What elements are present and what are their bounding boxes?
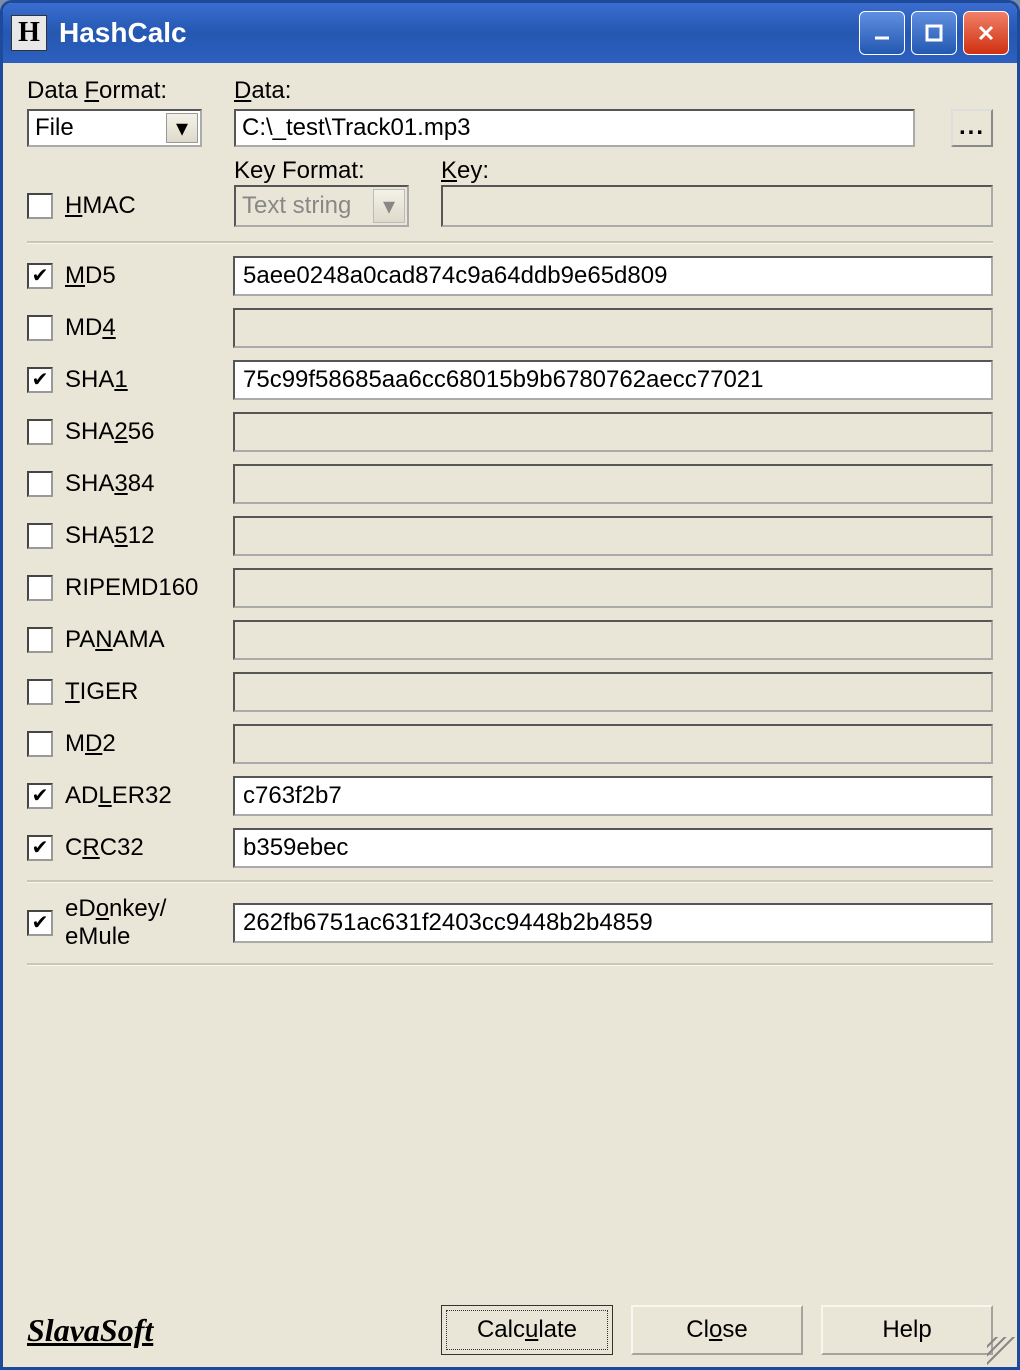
window-title: HashCalc xyxy=(59,17,859,49)
divider xyxy=(27,880,993,883)
sha256-output xyxy=(233,412,993,452)
divider xyxy=(27,241,993,244)
hmac-label: HMAC xyxy=(65,192,136,220)
resize-grip[interactable] xyxy=(987,1337,1015,1365)
crc32-output[interactable]: b359ebec xyxy=(233,828,993,868)
browse-button[interactable]: ... xyxy=(951,109,993,147)
sha256-checkbox[interactable] xyxy=(27,419,53,445)
ripemd160-label: RIPEMD160 xyxy=(65,574,198,602)
md5-label: MD5 xyxy=(65,262,116,290)
maximize-icon xyxy=(923,22,945,44)
key-label: Key: xyxy=(441,157,993,185)
sha512-output xyxy=(233,516,993,556)
md4-checkbox[interactable] xyxy=(27,315,53,341)
panama-label: PANAMA xyxy=(65,626,165,654)
adler32-checkbox[interactable] xyxy=(27,783,53,809)
data-format-label: Data Format: xyxy=(27,77,202,105)
titlebar[interactable]: H HashCalc xyxy=(3,3,1017,63)
data-format-value: File xyxy=(35,114,74,142)
tiger-output xyxy=(233,672,993,712)
close-button[interactable] xyxy=(963,11,1009,55)
key-format-select: Text string ▾ xyxy=(234,185,409,227)
crc32-label: CRC32 xyxy=(65,834,144,862)
md4-output xyxy=(233,308,993,348)
edonkey-value: 262fb6751ac631f2403cc9448b2b4859 xyxy=(243,909,653,937)
edonkey-checkbox[interactable] xyxy=(27,910,53,936)
data-path-text: C:\_test\Track01.mp3 xyxy=(242,114,471,142)
md2-output xyxy=(233,724,993,764)
divider xyxy=(27,963,993,966)
sha384-checkbox[interactable] xyxy=(27,471,53,497)
md5-checkbox[interactable] xyxy=(27,263,53,289)
md2-label: MD2 xyxy=(65,730,116,758)
help-button[interactable]: Help xyxy=(821,1305,993,1355)
sha512-label: SHA512 xyxy=(65,522,154,550)
data-format-select[interactable]: File ▾ xyxy=(27,109,202,147)
key-format-value: Text string xyxy=(242,192,351,220)
chevron-down-icon: ▾ xyxy=(166,113,198,143)
tiger-label: TIGER xyxy=(65,678,138,706)
chevron-down-icon: ▾ xyxy=(373,189,405,223)
adler32-output[interactable]: c763f2b7 xyxy=(233,776,993,816)
ripemd160-checkbox[interactable] xyxy=(27,575,53,601)
sha1-output[interactable]: 75c99f58685aa6cc68015b9b6780762aecc77021 xyxy=(233,360,993,400)
tiger-checkbox[interactable] xyxy=(27,679,53,705)
app-window: H HashCalc Data Format: Data: File ▾ xyxy=(0,0,1020,1370)
adler32-label: ADLER32 xyxy=(65,782,172,810)
panama-output xyxy=(233,620,993,660)
minimize-button[interactable] xyxy=(859,11,905,55)
edonkey-output[interactable]: 262fb6751ac631f2403cc9448b2b4859 xyxy=(233,903,993,943)
calculate-button[interactable]: Calculate xyxy=(441,1305,613,1355)
edonkey-label: eDonkey/eMule xyxy=(65,895,166,951)
key-input xyxy=(441,185,993,227)
minimize-icon xyxy=(871,22,893,44)
app-icon: H xyxy=(11,15,47,51)
ripemd160-output xyxy=(233,568,993,608)
close-icon xyxy=(975,22,997,44)
maximize-button[interactable] xyxy=(911,11,957,55)
crc32-checkbox[interactable] xyxy=(27,835,53,861)
sha384-output xyxy=(233,464,993,504)
md2-checkbox[interactable] xyxy=(27,731,53,757)
md5-output[interactable]: 5aee0248a0cad874c9a64ddb9e65d809 xyxy=(233,256,993,296)
md4-label: MD4 xyxy=(65,314,116,342)
close-dialog-button[interactable]: Close xyxy=(631,1305,803,1355)
brand-link[interactable]: SlavaSoft xyxy=(27,1312,153,1349)
key-format-label: Key Format: xyxy=(234,157,409,185)
sha512-checkbox[interactable] xyxy=(27,523,53,549)
sha384-label: SHA384 xyxy=(65,470,154,498)
browse-label: ... xyxy=(959,113,985,141)
hmac-checkbox[interactable] xyxy=(27,193,53,219)
data-input[interactable]: C:\_test\Track01.mp3 xyxy=(234,109,915,147)
panama-checkbox[interactable] xyxy=(27,627,53,653)
sha256-label: SHA256 xyxy=(65,418,154,446)
data-label: Data: xyxy=(234,77,993,105)
sha1-label: SHA1 xyxy=(65,366,128,394)
sha1-checkbox[interactable] xyxy=(27,367,53,393)
